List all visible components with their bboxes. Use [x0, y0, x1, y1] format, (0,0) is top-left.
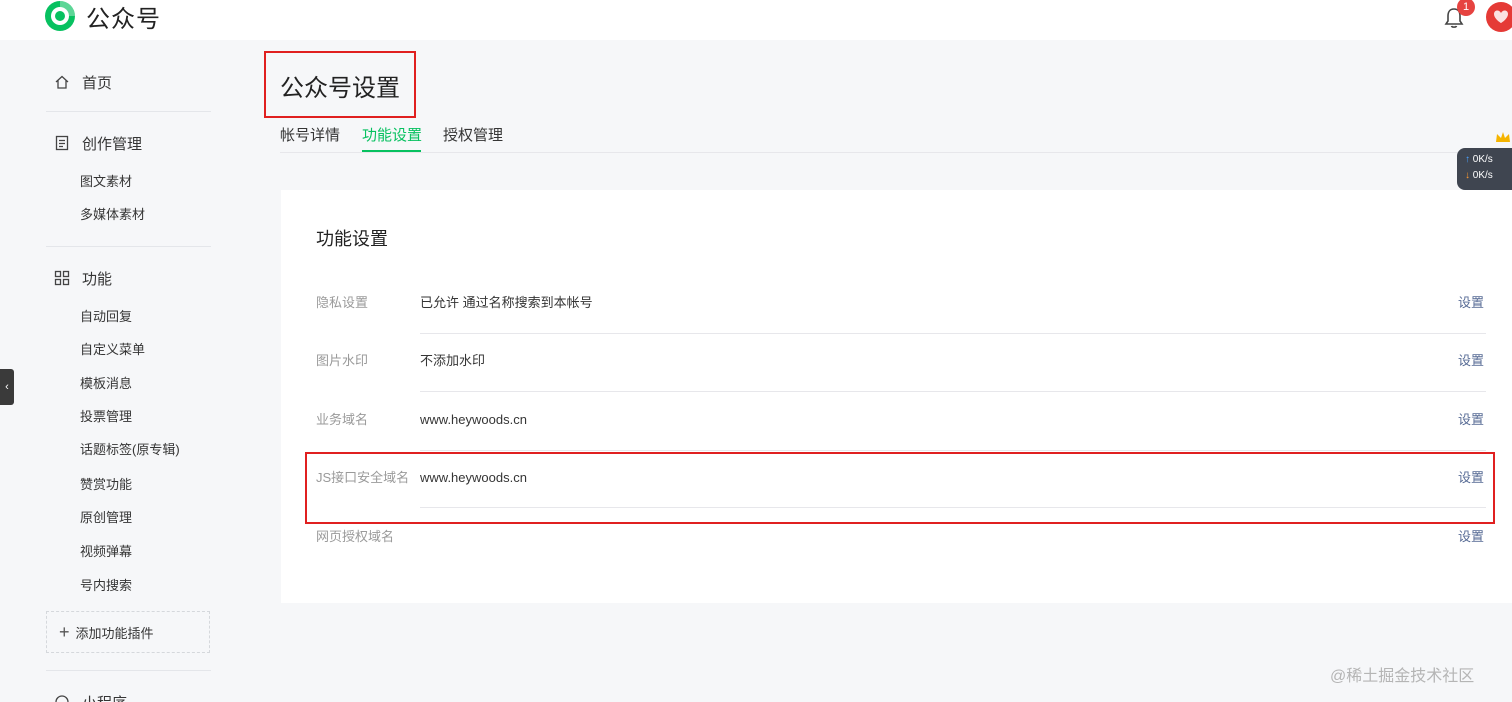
row-value-watermark: 不添加水印 [420, 353, 486, 368]
avatar[interactable] [1486, 2, 1512, 32]
sidebar-collapse-handle[interactable]: ‹ [0, 369, 14, 405]
watermark-settings-link[interactable]: 设置 [1458, 351, 1484, 371]
wechat-official-logo-icon [45, 1, 75, 31]
row-label-oauth-domain: 网页授权域名 [316, 529, 395, 544]
row-label-privacy: 隐私设置 [316, 295, 369, 310]
row-value-business-domain: www.heywoods.cn [420, 412, 527, 427]
sidebar-item-label: 首页 [82, 74, 113, 92]
row-divider [420, 333, 1486, 334]
row-label-business-domain: 业务域名 [316, 412, 369, 427]
grid-icon [54, 270, 70, 286]
sidebar-item-appreciation[interactable]: 赞赏功能 [80, 475, 132, 495]
sidebar-item-video-danmaku[interactable]: 视频弹幕 [80, 542, 132, 562]
brand-name: 公众号 [86, 5, 161, 33]
tab-feature-settings[interactable]: 功能设置 [362, 124, 422, 145]
business-domain-settings-link[interactable]: 设置 [1458, 410, 1484, 430]
row-label-watermark: 图片水印 [316, 353, 369, 368]
sidebar-item-vote-management[interactable]: 投票管理 [80, 407, 132, 427]
sidebar-item-custom-menu[interactable]: 自定义菜单 [80, 340, 145, 360]
sidebar-group-label: 小程序 [82, 692, 127, 702]
home-icon [55, 75, 69, 89]
download-speed: ↓ 0K/s [1465, 168, 1512, 184]
upload-speed: ↑ 0K/s [1465, 152, 1512, 168]
sidebar-item-multimedia-materials[interactable]: 多媒体素材 [80, 205, 145, 225]
sidebar-divider [46, 246, 211, 247]
add-plugin-button[interactable]: + 添加功能插件 [46, 611, 210, 653]
sidebar-group-mini-program[interactable]: 小程序 [54, 690, 127, 702]
row-divider [420, 391, 1486, 392]
sidebar-item-home[interactable]: 首页 [54, 70, 112, 94]
active-tab-indicator [362, 150, 421, 152]
download-arrow-icon: ↓ [1465, 170, 1470, 181]
brand[interactable]: 公众号 [44, 0, 161, 33]
sidebar-item-topic-tags[interactable]: 话题标签(原专辑) [80, 440, 180, 460]
annotation-box-js-domain [305, 452, 1495, 524]
upload-speed-value: 0K/s [1472, 154, 1493, 165]
sidebar-item-template-message[interactable]: 模板消息 [80, 374, 132, 394]
sidebar-item-graphic-materials[interactable]: 图文素材 [80, 172, 132, 192]
document-icon [55, 135, 69, 151]
annotation-box-title [264, 51, 416, 118]
sidebar: 首页 创作管理 图文素材 多媒体素材 功能 自动回复 自定义菜单 模板消息 投票… [0, 40, 230, 702]
plus-icon: + [59, 621, 70, 642]
sidebar-item-account-search[interactable]: 号内搜索 [80, 576, 132, 596]
top-bar: 公众号 1 [0, 0, 1512, 40]
add-plugin-label: 添加功能插件 [75, 625, 154, 641]
sidebar-divider [46, 670, 211, 671]
vip-crown-icon [1496, 132, 1510, 142]
settings-card [281, 190, 1512, 603]
row-value-privacy: 已允许 通过名称搜索到本帐号 [420, 295, 593, 310]
network-speed-widget[interactable]: ↑ 0K/s ↓ 0K/s [1457, 148, 1512, 190]
upload-arrow-icon: ↑ [1465, 154, 1470, 165]
tab-authorization-management[interactable]: 授权管理 [443, 124, 503, 145]
mini-program-icon [55, 695, 69, 702]
row-divider [420, 450, 1486, 451]
sidebar-item-original-management[interactable]: 原创管理 [80, 508, 132, 528]
tab-account-details[interactable]: 帐号详情 [280, 124, 340, 145]
sidebar-group-creation[interactable]: 创作管理 [54, 131, 142, 155]
chevron-left-icon: ‹ [5, 381, 9, 393]
watermark: @稀土掘金技术社区 [1330, 668, 1475, 685]
tab-bar: 帐号详情 功能设置 授权管理 [280, 120, 1512, 153]
sidebar-group-label: 功能 [82, 270, 113, 288]
avatar-image-icon [1494, 10, 1508, 23]
sidebar-divider [46, 111, 211, 112]
sidebar-item-auto-reply[interactable]: 自动回复 [80, 307, 132, 327]
card-title: 功能设置 [316, 229, 388, 249]
sidebar-group-label: 创作管理 [82, 135, 143, 153]
privacy-settings-link[interactable]: 设置 [1458, 293, 1484, 313]
oauth-domain-settings-link[interactable]: 设置 [1458, 527, 1484, 547]
notification-badge: 1 [1457, 0, 1475, 16]
sidebar-group-features[interactable]: 功能 [54, 266, 112, 290]
download-speed-value: 0K/s [1472, 170, 1493, 181]
